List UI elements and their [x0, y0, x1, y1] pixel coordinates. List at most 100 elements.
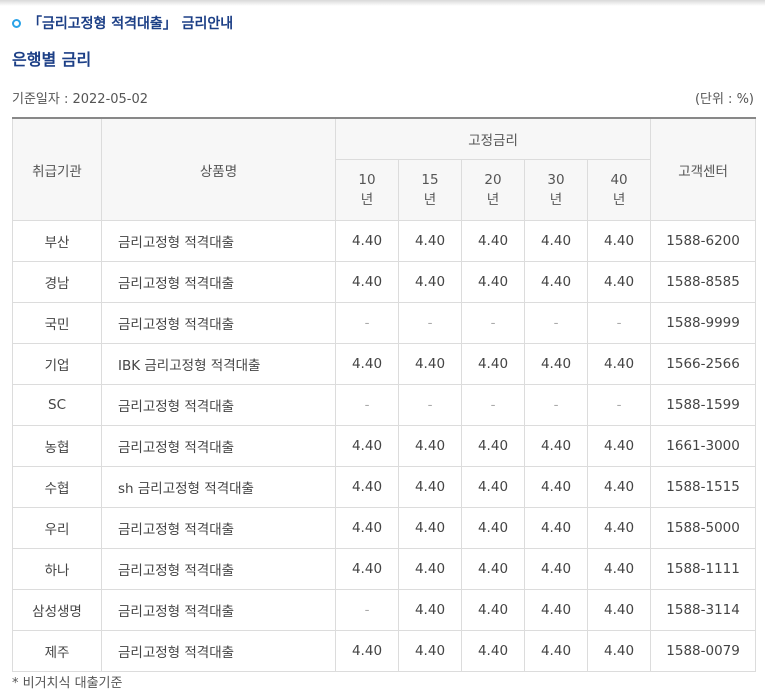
phone-cell: 1588-6200: [650, 220, 757, 262]
term-unit: 년: [549, 192, 563, 208]
table-row: 우리 금리고정형 적격대출 4.40 4.40 4.40 4.40 4.40 1588-500…: [12, 507, 757, 549]
rate-cell: 4.40: [461, 343, 525, 385]
phone-cell: 1588-0079: [650, 630, 757, 672]
rate-cell: 4.40: [586, 425, 652, 467]
rate-cell: 4.40: [398, 589, 462, 631]
rate-cell: 4.40: [335, 220, 399, 262]
institution-cell: 제주: [12, 630, 102, 672]
term-unit: 년: [612, 192, 626, 208]
meta-row: 기준일자 : 2022-05-02 (단위 : %): [12, 88, 754, 107]
table-row: 국민 금리고정형 적격대출 - - - - -1588-9999: [12, 302, 757, 344]
rate-cell: -: [461, 302, 525, 344]
product-cell: 금리고정형 적격대출: [101, 425, 336, 467]
rate-cell: 4.40: [335, 466, 399, 508]
table-row: 제주 금리고정형 적격대출 4.40 4.40 4.40 4.40 4.40 1588-007…: [12, 630, 757, 672]
term-unit: 년: [423, 192, 437, 208]
rate-cell: 4.40: [335, 507, 399, 549]
phone-cell: 1661-3000: [650, 425, 757, 467]
rate-cell: -: [586, 384, 652, 426]
table-row: 하나 금리고정형 적격대출 4.40 4.40 4.40 4.40 4.40 1588-111…: [12, 548, 757, 590]
rate-cell: 4.40: [461, 220, 525, 262]
rate-cell: 4.40: [461, 548, 525, 590]
institution-cell: 농협: [12, 425, 102, 467]
table-row: 수협 sh 금리고정형 적격대출 4.40 4.40 4.40 4.40 4.40 1588-…: [12, 466, 757, 508]
rate-cell: 4.40: [461, 261, 525, 303]
circle-bullet-icon: [12, 18, 21, 28]
product-cell: IBK 금리고정형 적격대출: [101, 343, 336, 385]
product-cell: 금리고정형 적격대출: [101, 384, 336, 426]
institution-cell: 삼성생명: [12, 589, 102, 631]
product-cell: 금리고정형 적격대출: [101, 302, 336, 344]
table-row: 경남 금리고정형 적격대출 4.40 4.40 4.40 4.40 4.40 1588-858…: [12, 261, 757, 303]
header-customer-center: 고객센터: [650, 117, 757, 221]
rate-cell: 4.40: [398, 630, 462, 672]
header-fixed-rate: 고정금리: [334, 117, 652, 160]
rate-cell: 4.40: [524, 507, 588, 549]
table-body: 부산 금리고정형 적격대출 4.40 4.40 4.40 4.40 4.40 1588-620…: [12, 220, 757, 672]
term-years: 40: [610, 172, 628, 188]
header-term-20: 20 년: [461, 159, 525, 221]
product-cell: sh 금리고정형 적격대출: [101, 466, 336, 508]
rate-cell: 4.40: [335, 425, 399, 467]
institution-cell: 우리: [12, 507, 102, 549]
section-title-text: 「금리고정형 적격대출」 금리안내: [28, 16, 234, 32]
unit-label: (단위 : %): [694, 92, 754, 107]
phone-cell: 1566-2566: [650, 343, 757, 385]
header-term-40: 40 년: [586, 159, 652, 221]
institution-cell: 수협: [12, 466, 102, 508]
rate-cell: -: [524, 384, 588, 426]
phone-cell: 1588-9999: [650, 302, 757, 344]
rate-cell: 4.40: [398, 261, 462, 303]
rate-cell: -: [398, 384, 462, 426]
rate-cell: 4.40: [524, 548, 588, 590]
rate-cell: 4.40: [586, 507, 652, 549]
rate-cell: 4.40: [335, 261, 399, 303]
institution-cell: 경남: [12, 261, 102, 303]
term-years: 15: [421, 172, 439, 188]
rate-cell: 4.40: [398, 220, 462, 262]
header-product: 상품명: [101, 117, 336, 221]
rate-cell: 4.40: [335, 548, 399, 590]
product-cell: 금리고정형 적격대출: [101, 548, 336, 590]
product-cell: 금리고정형 적격대출: [101, 589, 336, 631]
rates-table: 취급기관 상품명 고정금리 고객센터 10 년 15 년 20 년 30 년 40 년 부산 금리고…: [12, 117, 757, 672]
header-institution: 취급기관: [12, 117, 102, 221]
footnote: * 비거치식 대출기준: [12, 676, 123, 691]
rate-cell: -: [461, 384, 525, 426]
institution-cell: 기업: [12, 343, 102, 385]
rate-cell: 4.40: [524, 589, 588, 631]
rate-cell: 4.40: [586, 548, 652, 590]
table-row: 부산 금리고정형 적격대출 4.40 4.40 4.40 4.40 4.40 1588-620…: [12, 220, 757, 262]
rate-cell: -: [335, 384, 399, 426]
rate-cell: -: [335, 589, 399, 631]
phone-cell: 1588-8585: [650, 261, 757, 303]
term-unit: 년: [486, 192, 500, 208]
phone-cell: 1588-1599: [650, 384, 757, 426]
product-cell: 금리고정형 적격대출: [101, 507, 336, 549]
term-unit: 년: [360, 192, 374, 208]
section-title: 「금리고정형 적격대출」 금리안내: [12, 13, 233, 33]
institution-cell: 부산: [12, 220, 102, 262]
rate-cell: 4.40: [524, 630, 588, 672]
phone-cell: 1588-3114: [650, 589, 757, 631]
header-term-15: 15 년: [398, 159, 462, 221]
rate-cell: 4.40: [524, 425, 588, 467]
top-shadow: [0, 0, 765, 6]
rate-cell: 4.40: [524, 261, 588, 303]
rate-cell: 4.40: [524, 220, 588, 262]
phone-cell: 1588-5000: [650, 507, 757, 549]
rate-cell: 4.40: [335, 343, 399, 385]
rate-cell: 4.40: [398, 507, 462, 549]
rate-cell: 4.40: [398, 466, 462, 508]
product-cell: 금리고정형 적격대출: [101, 220, 336, 262]
phone-cell: 1588-1515: [650, 466, 757, 508]
phone-cell: 1588-1111: [650, 548, 757, 590]
base-date: 기준일자 : 2022-05-02: [12, 92, 149, 107]
rate-cell: 4.40: [586, 466, 652, 508]
rate-cell: -: [335, 302, 399, 344]
term-years: 30: [547, 172, 565, 188]
rate-cell: 4.40: [524, 466, 588, 508]
rate-cell: 4.40: [586, 261, 652, 303]
rate-cell: 4.40: [461, 425, 525, 467]
rate-cell: 4.40: [461, 466, 525, 508]
